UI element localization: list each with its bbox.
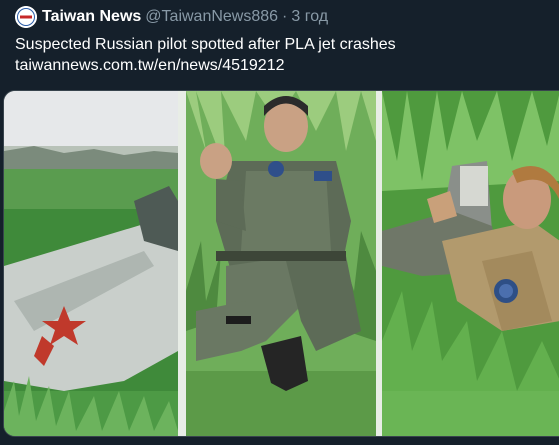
tweet-header: Taiwan News @TaiwanNews886 · 3 год <box>42 7 328 27</box>
tweet-text-line: Suspected Russian pilot spotted after PL… <box>15 36 396 53</box>
author-avatar[interactable] <box>15 6 37 28</box>
author-handle[interactable]: @TaiwanNews886 <box>145 8 278 25</box>
seated-pilot-image <box>186 91 376 436</box>
lying-pilot-image <box>382 91 559 436</box>
tweet[interactable]: Taiwan News @TaiwanNews886 · 3 год Suspecte… <box>0 0 559 445</box>
tweet-timestamp[interactable]: 3 год <box>291 8 328 25</box>
taiwan-news-logo-icon <box>15 6 37 28</box>
media-panel-seated-pilot[interactable] <box>186 91 376 436</box>
tweet-text: Suspected Russian pilot spotted after PL… <box>15 34 545 76</box>
header-separator: · <box>282 8 288 25</box>
author-name[interactable]: Taiwan News <box>42 8 141 25</box>
tweet-media[interactable] <box>3 90 559 437</box>
tweet-link[interactable]: taiwannews.com.tw/en/news/4519212 <box>15 55 545 76</box>
media-panel-lying-pilot[interactable] <box>382 91 559 436</box>
jet-wreckage-image <box>4 91 178 436</box>
media-panel-wreckage[interactable] <box>4 91 178 436</box>
